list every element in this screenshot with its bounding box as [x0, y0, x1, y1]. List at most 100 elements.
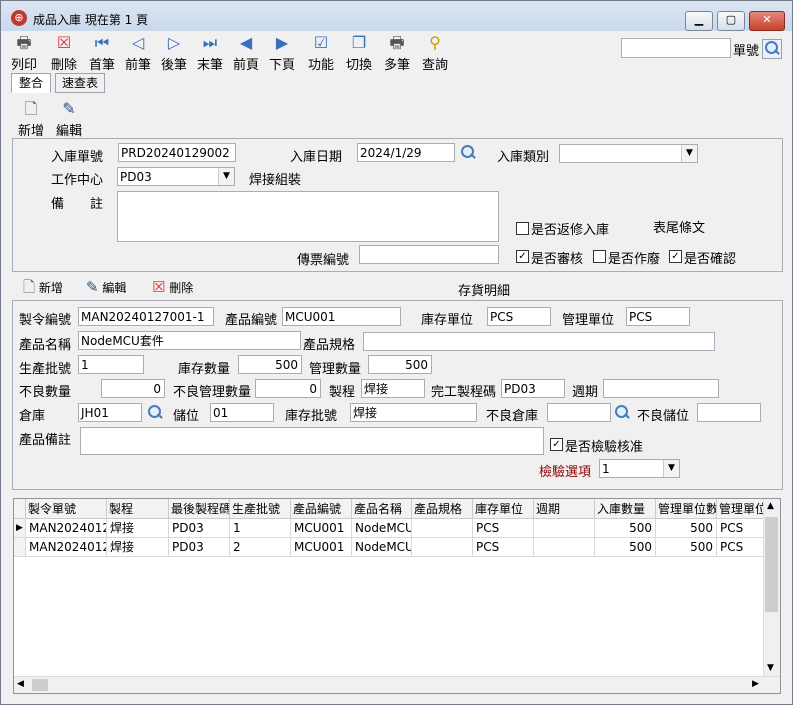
table-cell[interactable] — [534, 538, 595, 557]
first-record-button[interactable]: ⏮ 首筆 — [85, 33, 119, 73]
spec-field[interactable] — [363, 332, 715, 351]
table-cell[interactable] — [412, 519, 473, 538]
table-cell[interactable]: 500 — [595, 519, 656, 538]
delete-button[interactable]: ☒ 刪除 — [47, 33, 81, 73]
tab-integrated[interactable]: 整合 — [11, 73, 51, 93]
done-code-field[interactable]: PD03 — [501, 379, 565, 398]
table-cell[interactable]: 焊接 — [107, 538, 169, 557]
header-edit-button[interactable]: ✎ 編輯 — [53, 99, 85, 139]
chevron-left-icon[interactable]: ◀ — [17, 679, 24, 689]
inspection-option-select[interactable]: 1 ▼ — [599, 459, 680, 478]
grid-header[interactable]: 庫存單位 — [473, 499, 534, 519]
grid-header[interactable]: 產品編號 — [291, 499, 352, 519]
chevron-up-icon[interactable]: ▲ — [767, 501, 774, 511]
batch-field[interactable]: 1 — [78, 355, 144, 374]
voucher-field[interactable] — [359, 245, 499, 264]
chevron-down-icon[interactable]: ▼ — [663, 460, 679, 477]
stock-batch-field[interactable]: 焊接 — [350, 403, 477, 422]
table-cell[interactable]: MCU001 — [291, 519, 352, 538]
chevron-down-icon[interactable]: ▼ — [767, 663, 774, 673]
multi-record-button[interactable]: 🖶 多筆 — [380, 33, 414, 73]
row-selector-arrow-icon[interactable]: ▶ — [14, 519, 26, 538]
grid-header[interactable]: 生產批號 — [230, 499, 291, 519]
header-new-button[interactable]: 🗋 新增 — [15, 99, 47, 139]
date-field[interactable]: 2024/1/29 — [357, 143, 455, 162]
rework-checkbox[interactable] — [516, 222, 529, 235]
order-no-field[interactable]: PRD20240129002 — [118, 143, 236, 162]
reviewed-checkbox[interactable]: ✓ — [516, 250, 529, 263]
grid-header[interactable]: 產品名稱 — [352, 499, 412, 519]
scroll-thumb[interactable] — [765, 517, 778, 612]
prev-page-button[interactable]: ◀ 前頁 — [229, 33, 263, 73]
chevron-down-icon[interactable]: ▼ — [681, 145, 697, 162]
grid-header[interactable]: 週期 — [534, 499, 595, 519]
defect-location-field[interactable] — [697, 403, 761, 422]
vertical-scrollbar[interactable]: ▲ ▼ — [763, 499, 780, 677]
table-cell[interactable]: MAN20240127001-2 — [26, 538, 107, 557]
process-field[interactable]: 焊接 — [361, 379, 425, 398]
defect-mgmt-qty-field[interactable]: 0 — [255, 379, 321, 398]
grid-header[interactable]: 產品規格 — [412, 499, 473, 519]
product-no-field[interactable]: MCU001 — [282, 307, 401, 326]
voided-checkbox[interactable] — [593, 250, 606, 263]
table-cell[interactable]: MCU001 — [291, 538, 352, 557]
minimize-button[interactable]: ▁ — [685, 11, 713, 31]
grid-header[interactable]: 最後製程碼 — [169, 499, 230, 519]
stock-unit-field[interactable]: PCS — [487, 307, 551, 326]
switch-button[interactable]: ❐ 切換 — [342, 33, 376, 73]
detail-delete-button[interactable]: ☒ 刪除 — [152, 278, 193, 296]
defect-warehouse-search-icon[interactable] — [613, 404, 631, 422]
table-cell[interactable]: PCS — [473, 519, 534, 538]
next-page-button[interactable]: ▶ 下頁 — [265, 33, 299, 73]
product-remark-field[interactable] — [80, 427, 544, 455]
print-button[interactable]: 🖶 列印 — [7, 33, 41, 73]
location-field[interactable]: 01 — [210, 403, 274, 422]
table-cell[interactable]: 2 — [230, 538, 291, 557]
mo-field[interactable]: MAN20240127001-1 — [78, 307, 214, 326]
grid-header[interactable]: 入庫數量 — [595, 499, 656, 519]
mgmt-qty-field[interactable]: 500 — [368, 355, 432, 374]
tab-quick-table[interactable]: 速查表 — [55, 73, 105, 93]
table-cell[interactable]: PCS — [717, 538, 764, 557]
table-cell[interactable]: PCS — [473, 538, 534, 557]
table-cell[interactable]: 焊接 — [107, 519, 169, 538]
table-cell[interactable]: PCS — [717, 519, 764, 538]
table-cell[interactable]: 1 — [230, 519, 291, 538]
table-cell[interactable]: 500 — [656, 519, 717, 538]
detail-edit-button[interactable]: ✎ 編輯 — [86, 278, 126, 296]
table-cell[interactable]: NodeMCU套件 — [352, 538, 412, 557]
product-name-field[interactable]: NodeMCU套件 — [78, 331, 301, 350]
table-cell[interactable] — [534, 519, 595, 538]
type-select[interactable]: ▼ — [559, 144, 698, 163]
search-icon[interactable] — [762, 39, 782, 59]
close-button[interactable]: ✕ — [749, 11, 785, 31]
prev-record-button[interactable]: ◁ 前筆 — [121, 33, 155, 73]
chevron-right-icon[interactable]: ▶ — [752, 679, 759, 689]
confirmed-checkbox[interactable]: ✓ — [669, 250, 682, 263]
scroll-thumb[interactable] — [32, 679, 48, 691]
table-cell[interactable]: NodeMCU套件 — [352, 519, 412, 538]
table-cell[interactable]: 500 — [656, 538, 717, 557]
chevron-down-icon[interactable]: ▼ — [218, 168, 234, 185]
date-search-icon[interactable] — [459, 144, 477, 162]
next-record-button[interactable]: ▷ 後筆 — [157, 33, 191, 73]
detail-new-button[interactable]: 🗋 新增 — [23, 278, 63, 296]
stock-qty-field[interactable]: 500 — [238, 355, 302, 374]
table-cell[interactable]: PD03 — [169, 519, 230, 538]
mgmt-unit-field[interactable]: PCS — [626, 307, 690, 326]
inspection-checkbox[interactable]: ✓ — [550, 438, 563, 451]
last-record-button[interactable]: ⏭ 末筆 — [193, 33, 227, 73]
grid-header[interactable]: 管理單位數 — [656, 499, 717, 519]
defect-warehouse-field[interactable] — [547, 403, 611, 422]
table-cell[interactable]: PD03 — [169, 538, 230, 557]
table-cell[interactable] — [412, 538, 473, 557]
row-selector[interactable] — [14, 538, 26, 557]
maximize-button[interactable]: ▢ — [717, 11, 745, 31]
horizontal-scrollbar[interactable]: ◀ ▶ — [14, 676, 780, 693]
warehouse-field[interactable]: JH01 — [78, 403, 142, 422]
grid-header[interactable]: 管理單位 — [717, 499, 764, 519]
detail-grid[interactable]: 製令單號 製程 最後製程碼 生產批號 產品編號 產品名稱 產品規格 庫存單位 週… — [13, 498, 781, 694]
grid-header[interactable]: 製令單號 — [26, 499, 107, 519]
workcenter-select[interactable]: PD03 ▼ — [117, 167, 235, 186]
table-cell[interactable]: 500 — [595, 538, 656, 557]
